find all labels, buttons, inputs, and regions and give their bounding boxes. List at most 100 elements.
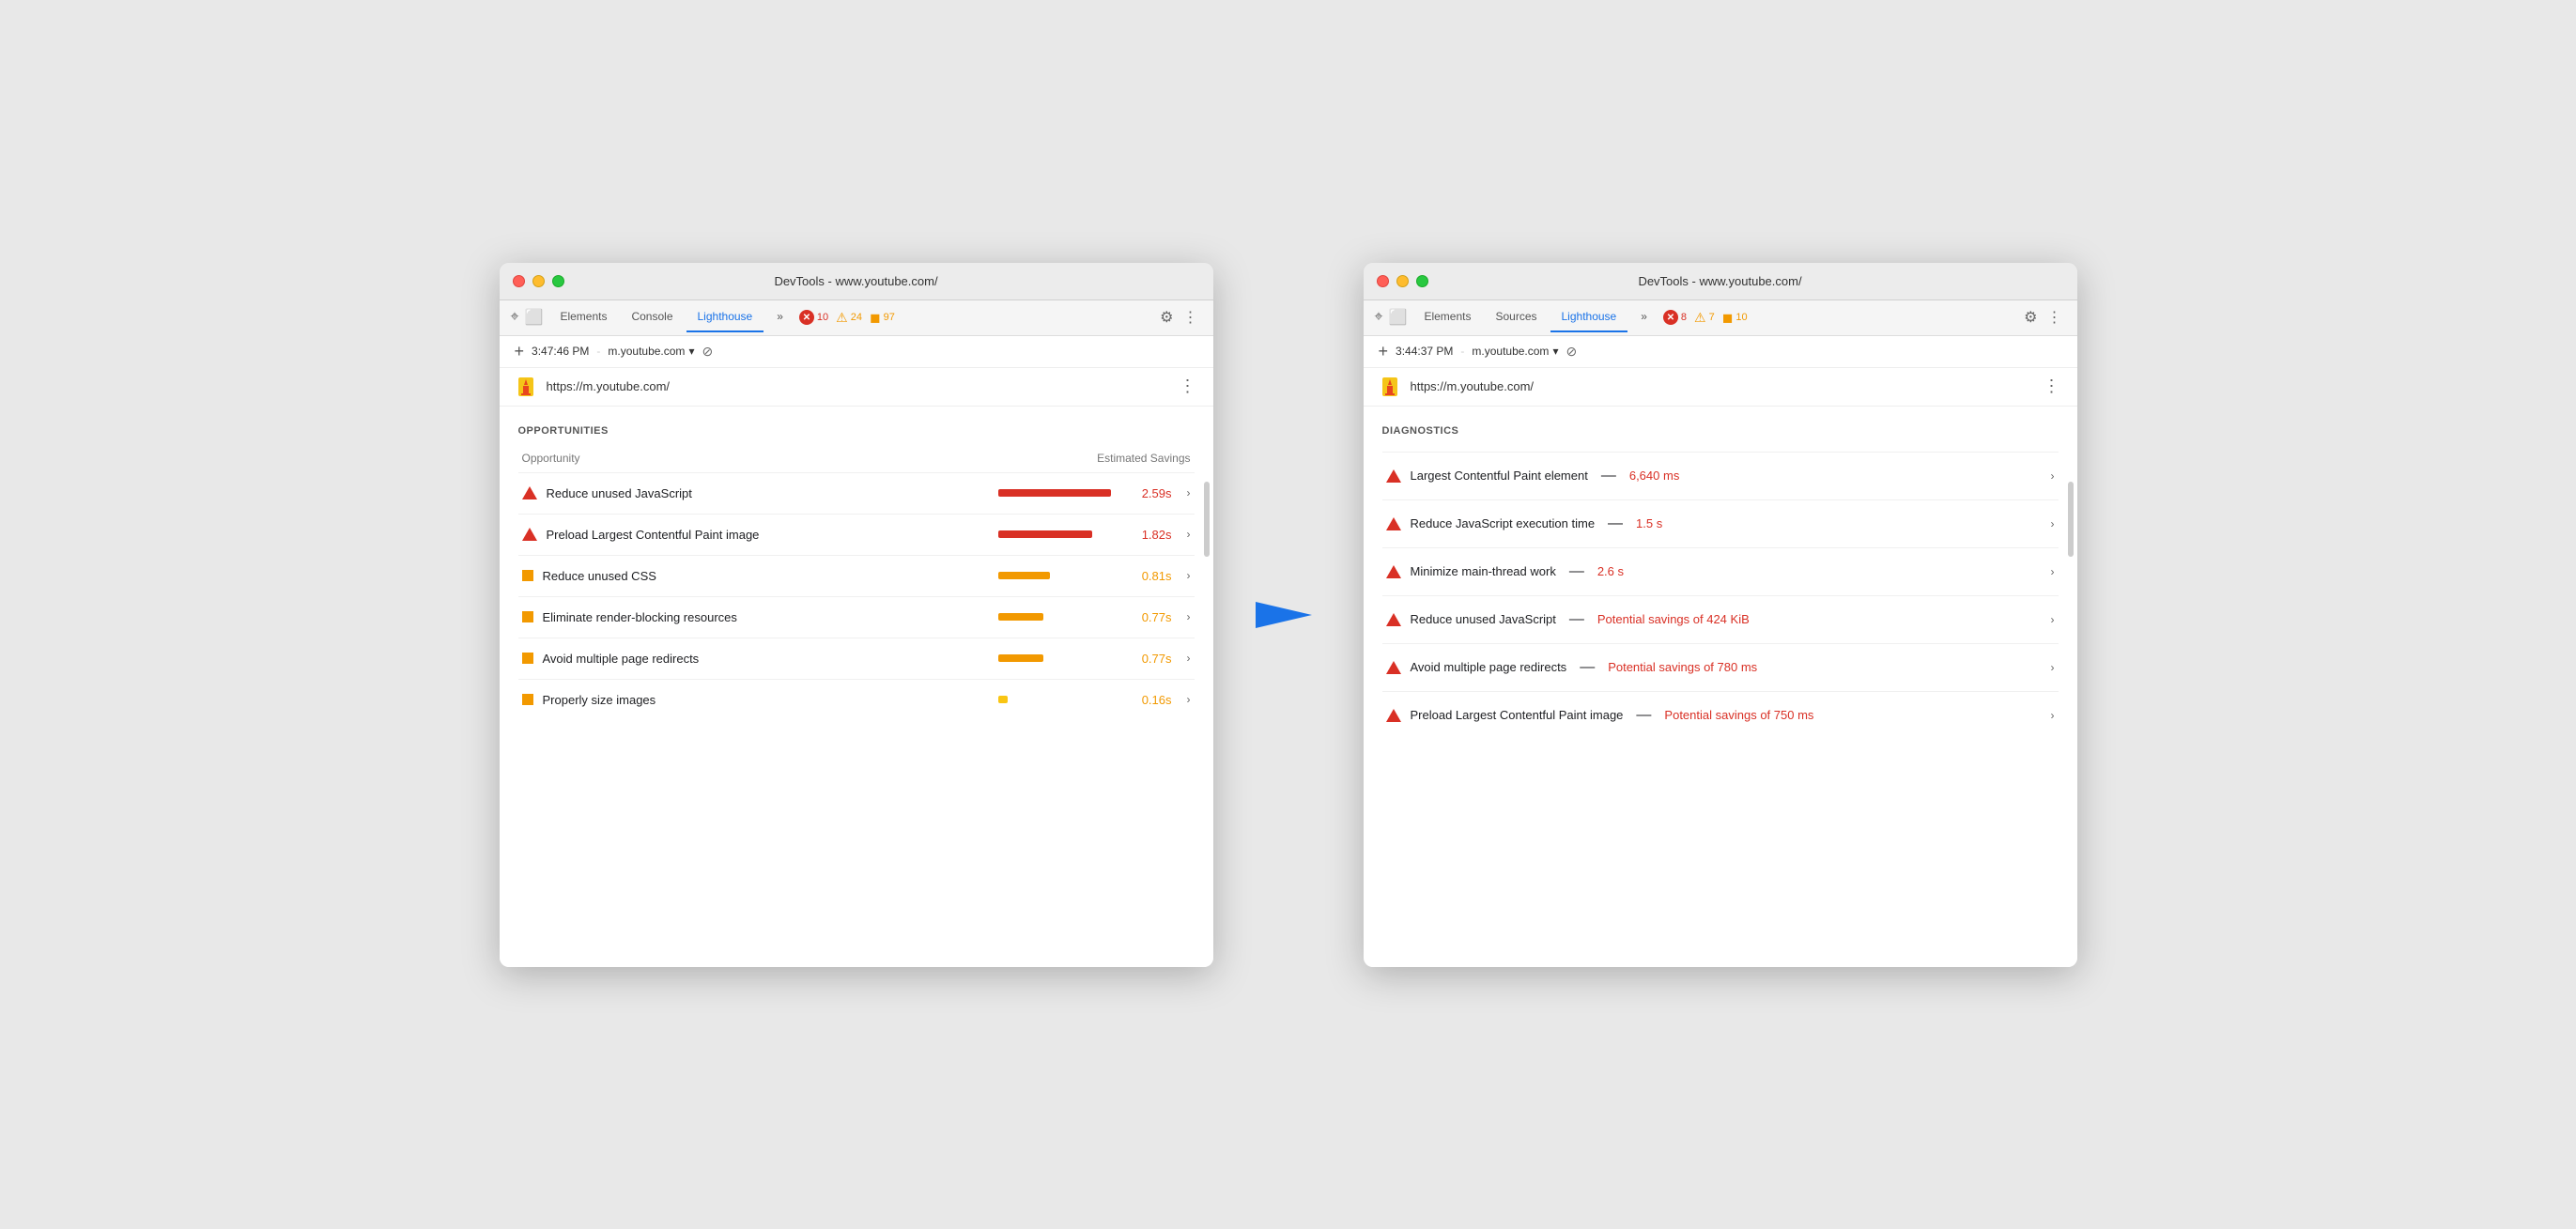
diag-value-5: Potential savings of 780 ms: [1608, 660, 1757, 674]
audit-label-2: Preload Largest Contentful Paint image: [547, 528, 989, 542]
audit-savings-6: 0.16s: [1130, 693, 1172, 707]
diag-dash-1: —: [1601, 468, 1616, 484]
audit-bar-container-5: [998, 654, 1120, 662]
chevron-icon-3[interactable]: ›: [1187, 569, 1191, 582]
block-icon-left[interactable]: ⊘: [702, 344, 713, 360]
scrollbar-track-right: [2068, 463, 2074, 967]
square-icon-4: [522, 611, 533, 622]
url-dots-left[interactable]: ⋮: [1180, 376, 1198, 396]
cursor-icon[interactable]: ⌖: [511, 309, 519, 326]
diag-value-2: 1.5 s: [1636, 516, 1662, 530]
audit-item-6: Properly size images 0.16s ›: [518, 679, 1195, 720]
badge-info-right: ◼ 10: [1722, 310, 1748, 326]
tab-console-left[interactable]: Console: [620, 302, 684, 332]
blue-arrow: [1256, 602, 1321, 628]
audit-item-4: Eliminate render-blocking resources 0.77…: [518, 596, 1195, 638]
block-icon-right[interactable]: ⊘: [1566, 344, 1577, 360]
diag-chevron-4[interactable]: ›: [2051, 613, 2055, 626]
triangle-icon-1: [522, 486, 537, 499]
audit-savings-4: 0.77s: [1130, 610, 1172, 624]
diag-dash-6: —: [1636, 707, 1651, 724]
audit-savings-1: 2.59s: [1130, 486, 1172, 500]
add-icon-left[interactable]: +: [515, 342, 525, 361]
close-button-right[interactable]: [1377, 275, 1389, 287]
col-header-savings: Estimated Savings: [1097, 452, 1190, 465]
diag-item-2: Reduce JavaScript execution time — 1.5 s…: [1382, 499, 2059, 547]
scrollbar-thumb-right[interactable]: [2068, 482, 2074, 557]
info-count-left: 97: [884, 312, 895, 323]
toolbar-time-left: 3:47:46 PM: [532, 345, 589, 358]
audit-label-1: Reduce unused JavaScript: [547, 486, 989, 500]
triangle-icon-2: [522, 528, 537, 541]
diag-value-4: Potential savings of 424 KiB: [1597, 612, 1750, 626]
left-url-bar: https://m.youtube.com/ ⋮: [500, 368, 1213, 407]
minimize-button-right[interactable]: [1396, 275, 1409, 287]
audit-bar-container-6: [998, 696, 1120, 703]
diag-label-4: Reduce unused JavaScript: [1411, 612, 1556, 626]
tab-more-right[interactable]: »: [1629, 302, 1658, 332]
toolbar-divider-right: -: [1460, 345, 1464, 358]
chevron-icon-1[interactable]: ›: [1187, 486, 1191, 499]
square-icon-6: [522, 694, 533, 705]
audit-label-6: Properly size images: [543, 693, 989, 707]
maximize-button[interactable]: [552, 275, 564, 287]
toolbar-time-right: 3:44:37 PM: [1396, 345, 1453, 358]
diag-dash-2: —: [1608, 515, 1623, 532]
diag-chevron-2[interactable]: ›: [2051, 517, 2055, 530]
section-title-left: OPPORTUNITIES: [518, 425, 1195, 437]
settings-icon-left[interactable]: ⚙: [1156, 304, 1177, 330]
scrollbar-track-left: [1204, 463, 1210, 967]
audit-item-2: Preload Largest Contentful Paint image 1…: [518, 514, 1195, 555]
more-options-icon-left[interactable]: ⋮: [1180, 304, 1202, 330]
tab-sources-right[interactable]: Sources: [1484, 302, 1548, 332]
toolbar-url-right[interactable]: m.youtube.com ▾: [1472, 345, 1558, 358]
diag-chevron-1[interactable]: ›: [2051, 469, 2055, 483]
tab-more-left[interactable]: »: [765, 302, 794, 332]
device-icon[interactable]: ⬜: [525, 308, 544, 327]
tab-lighthouse-left[interactable]: Lighthouse: [686, 302, 764, 332]
audit-item-1: Reduce unused JavaScript 2.59s ›: [518, 472, 1195, 514]
diag-item-1: Largest Contentful Paint element — 6,640…: [1382, 452, 2059, 499]
close-button[interactable]: [513, 275, 525, 287]
diag-dash-3: —: [1569, 563, 1584, 580]
diag-label-2: Reduce JavaScript execution time: [1411, 516, 1596, 530]
chevron-icon-2[interactable]: ›: [1187, 528, 1191, 541]
audit-bar-5: [998, 654, 1043, 662]
left-traffic-lights: [513, 275, 564, 287]
device-icon-right[interactable]: ⬜: [1389, 308, 1408, 327]
audit-bar-4: [998, 613, 1043, 621]
right-url-bar: https://m.youtube.com/ ⋮: [1364, 368, 2077, 407]
tab-lighthouse-right[interactable]: Lighthouse: [1550, 302, 1628, 332]
url-dots-right[interactable]: ⋮: [2044, 376, 2062, 396]
right-title-bar: DevTools - www.youtube.com/: [1364, 263, 2077, 300]
tab-elements-right[interactable]: Elements: [1412, 302, 1482, 332]
diag-triangle-2: [1386, 517, 1401, 530]
diag-chevron-3[interactable]: ›: [2051, 565, 2055, 578]
url-text-right: https://m.youtube.com/: [1411, 379, 2034, 393]
diag-chevron-5[interactable]: ›: [2051, 661, 2055, 674]
chevron-icon-6[interactable]: ›: [1187, 693, 1191, 706]
cursor-icon-right[interactable]: ⌖: [1375, 309, 1383, 326]
chevron-icon-4[interactable]: ›: [1187, 610, 1191, 623]
minimize-button[interactable]: [532, 275, 545, 287]
tab-elements-left[interactable]: Elements: [548, 302, 618, 332]
maximize-button-right[interactable]: [1416, 275, 1428, 287]
audit-bar-1: [998, 489, 1111, 497]
audit-item-3: Reduce unused CSS 0.81s ›: [518, 555, 1195, 596]
more-options-icon-right[interactable]: ⋮: [2044, 304, 2066, 330]
square-icon-3: [522, 570, 533, 581]
scrollbar-thumb-left[interactable]: [1204, 482, 1210, 557]
diag-triangle-4: [1386, 613, 1401, 626]
left-devtools-window: DevTools - www.youtube.com/ ⌖ ⬜ Elements…: [500, 263, 1213, 967]
chevron-icon-5[interactable]: ›: [1187, 652, 1191, 665]
add-icon-right[interactable]: +: [1379, 342, 1389, 361]
right-toolbar: + 3:44:37 PM - m.youtube.com ▾ ⊘: [1364, 336, 2077, 368]
diag-chevron-6[interactable]: ›: [2051, 709, 2055, 722]
diag-item-4: Reduce unused JavaScript — Potential sav…: [1382, 595, 2059, 643]
settings-icon-right[interactable]: ⚙: [2020, 304, 2041, 330]
toolbar-url-left[interactable]: m.youtube.com ▾: [608, 345, 694, 358]
audit-label-4: Eliminate render-blocking resources: [543, 610, 989, 624]
audit-bar-3: [998, 572, 1050, 579]
audit-savings-3: 0.81s: [1130, 569, 1172, 583]
info-icon-right: ◼: [1722, 310, 1734, 326]
